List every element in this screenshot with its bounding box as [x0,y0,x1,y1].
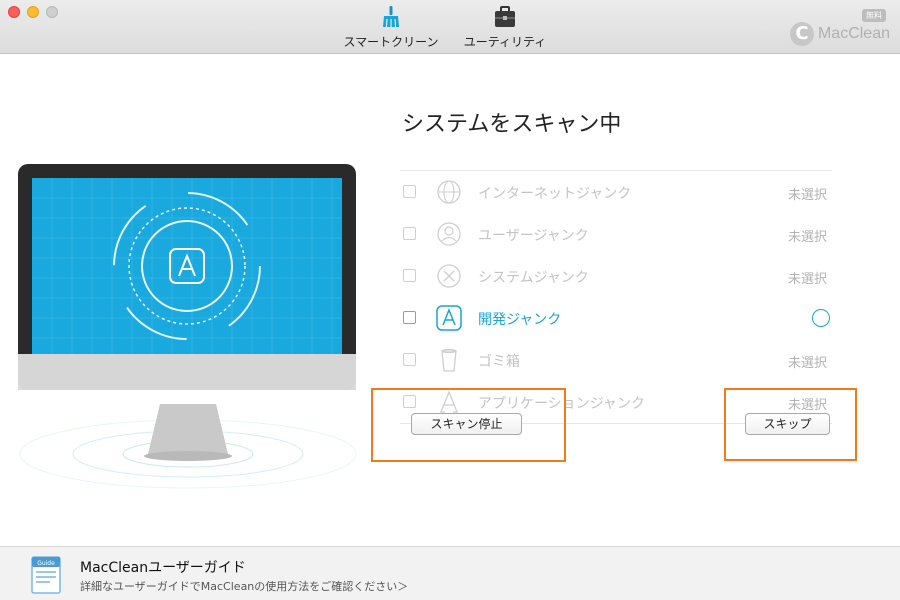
zoom-window-button[interactable] [46,6,58,18]
checkbox-system-junk[interactable] [403,269,416,282]
item-label: ユーザージャンク [478,228,589,244]
scan-title: システムをスキャン中 [402,112,622,137]
tab-utility-label: ユーティリティ [463,35,547,49]
tab-smart-clean[interactable]: スマートクリーン [336,5,446,51]
title-bar: スマートクリーン ユーティリティ 無料 C MacClean [0,0,900,54]
brand-name: MacClean [817,25,890,42]
tab-utility[interactable]: ユーティリティ [455,5,555,51]
item-status: 未選択 [787,356,827,371]
scan-category-list: インターネットジャンク 未選択 ユーザージャンク 未選択 システムジャンク 未選… [400,170,832,424]
list-item-internet-junk: インターネットジャンク 未選択 [400,171,832,213]
user-guide-bar[interactable]: Guide MacCleanユーザーガイド 詳細なユーザーガイドでMacClea… [0,546,900,600]
minimize-window-button[interactable] [27,6,39,18]
scanning-spinner-icon [812,309,830,327]
guide-book-icon: Guide [31,556,61,594]
item-label: システムジャンク [478,270,589,286]
stop-scan-button[interactable]: スキャン停止 [411,413,522,435]
imac-illustration [18,164,357,489]
app-store-icon [436,305,462,331]
checkbox-internet-junk[interactable] [403,185,416,198]
item-status: 未選択 [787,188,827,203]
guide-subtitle-link[interactable]: 詳細なユーザーガイドでMacCleanの使用方法をご確認ください＞ [80,578,408,594]
brand-logo-mark: C [789,22,814,46]
guide-title[interactable]: MacCleanユーザーガイド [80,557,246,577]
brand-logo: C MacClean [789,22,890,46]
list-item-system-junk: システムジャンク 未選択 [400,255,832,297]
item-label: ゴミ箱 [478,354,520,370]
globe-icon [437,180,461,204]
close-circle-icon [437,264,461,288]
toolbox-icon [495,6,515,27]
free-badge: 無料 [862,9,886,22]
item-label: インターネットジャンク [478,186,632,202]
broom-icon [383,6,399,28]
skip-button[interactable]: スキップ [745,413,830,435]
list-item-trash: ゴミ箱 未選択 [400,339,832,381]
item-status: 未選択 [787,230,827,245]
checkbox-user-junk[interactable] [403,227,416,240]
item-status: 未選択 [787,272,827,287]
checkbox-dev-junk[interactable] [403,311,416,324]
user-icon [437,222,461,246]
tab-smart-clean-label: スマートクリーン [343,35,439,49]
close-window-button[interactable] [8,6,20,18]
guide-icon-text: Guide [37,560,55,567]
item-label: 開発ジャンク [478,312,562,328]
checkbox-trash[interactable] [403,353,416,366]
list-item-dev-junk: 開発ジャンク [400,297,832,339]
list-item-user-junk: ユーザージャンク 未選択 [400,213,832,255]
trash-icon [441,348,457,372]
scan-panel: システムをスキャン中 インターネットジャンク 未選択 ユーザージャンク 未選択 [0,54,900,546]
